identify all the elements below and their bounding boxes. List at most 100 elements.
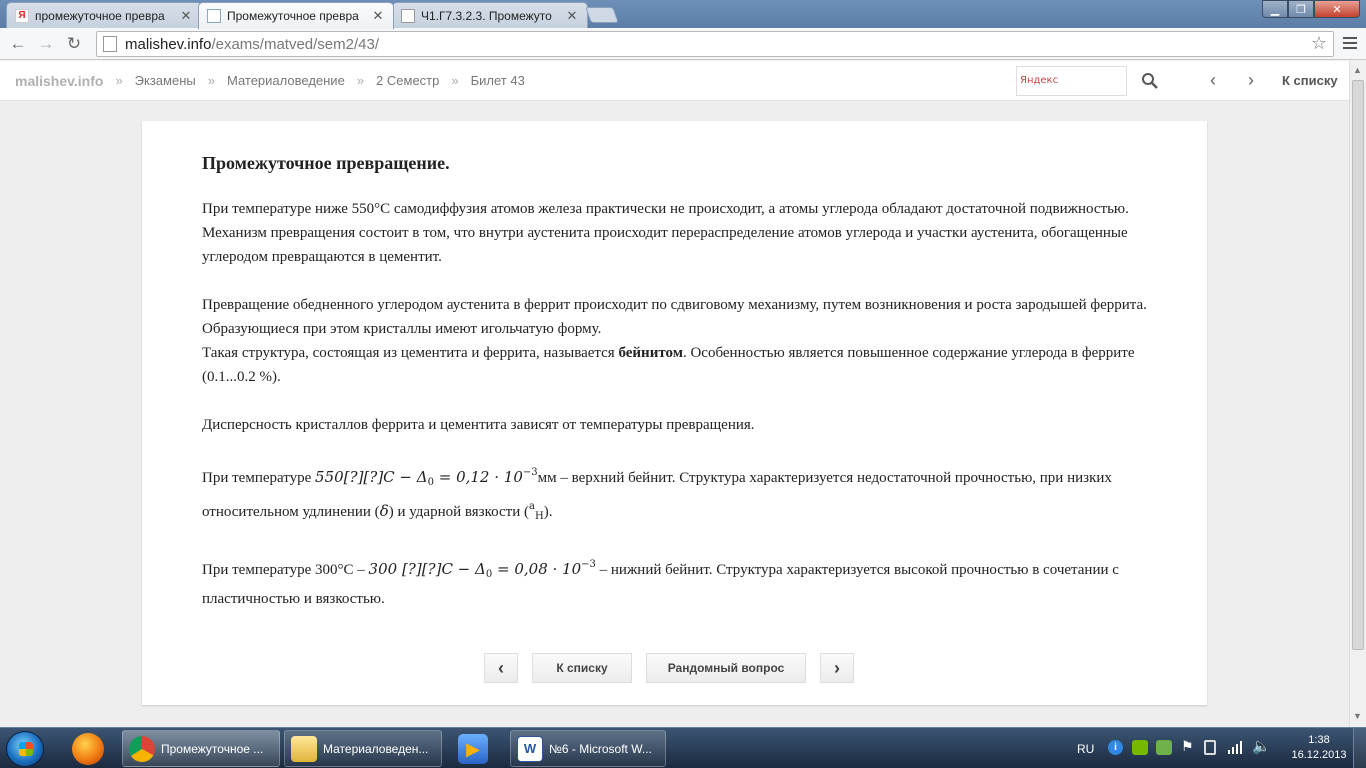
browser-tab-active[interactable]: Промежуточное превра ✕ xyxy=(198,2,394,29)
taskbar-item-folder[interactable]: Материаловеден... xyxy=(284,730,442,767)
signal-icon[interactable] xyxy=(1227,739,1243,755)
term-bainite: бейнитом xyxy=(618,345,683,361)
page-icon xyxy=(401,8,415,23)
paragraph: Такая структура, состоящая из цементита … xyxy=(202,341,1152,389)
clock-time: 1:38 xyxy=(1308,734,1330,746)
taskbar-label: №6 - Microsoft W... xyxy=(549,741,652,756)
yandex-icon: Я xyxy=(15,8,29,23)
paragraph: При температуре 550[?][?]C − Δ0 = 0,12 ·… xyxy=(202,461,1152,529)
text: ). xyxy=(543,504,553,520)
prev-page-icon[interactable]: ‹ xyxy=(1210,70,1216,91)
breadcrumb-materials[interactable]: Материаловедение xyxy=(227,73,345,88)
formula-text: 300 [?][?]C − Δ xyxy=(368,560,486,578)
page-icon xyxy=(207,9,221,23)
random-question-button[interactable]: Рандомный вопрос xyxy=(646,653,806,683)
new-tab-button[interactable] xyxy=(585,7,619,23)
network-app-icon[interactable] xyxy=(1156,740,1172,755)
text: ) и ударной вязкости ( xyxy=(388,504,529,520)
prev-question-button[interactable]: ‹ xyxy=(484,653,518,683)
formula-text: 550[?][?]C − Δ xyxy=(315,468,428,486)
folder-icon xyxy=(291,735,317,762)
text: Такая структура, состоящая из цементита … xyxy=(202,345,619,361)
address-bar[interactable]: malishev.info/exams/matved/sem2/43/ ☆ xyxy=(96,31,1334,57)
chrome-icon xyxy=(129,735,155,762)
formula-exp: −3 xyxy=(522,467,538,478)
formula: 300 [?][?]C − Δ0 = 0,08 · 10−3 xyxy=(368,559,596,580)
formula-text: = 0,12 · 10 xyxy=(433,468,523,486)
browser-toolbar: ← → ↻ malishev.info/exams/matved/sem2/43… xyxy=(0,28,1366,60)
yandex-search-input[interactable]: Яндекс xyxy=(1016,66,1127,96)
tab-strip: Я промежуточное превра ✕ Промежуточное п… xyxy=(0,0,1366,29)
article-card: Промежуточное превращение. При температу… xyxy=(142,121,1207,705)
volume-icon[interactable]: 🔈 xyxy=(1252,737,1271,755)
chrome-menu-icon[interactable] xyxy=(1341,33,1359,53)
windows-taskbar: Промежуточное ... Материаловеден... ▶ W … xyxy=(0,727,1366,768)
site-logo[interactable]: malishev.info xyxy=(15,73,103,89)
taskbar-label: Промежуточное ... xyxy=(161,741,264,756)
to-list-link[interactable]: К списку xyxy=(1282,73,1338,88)
scrollbar-thumb[interactable] xyxy=(1352,80,1364,650)
article-title: Промежуточное превращение. xyxy=(202,153,450,173)
breadcrumb-separator: » xyxy=(356,73,365,88)
breadcrumb-separator: » xyxy=(115,73,123,88)
next-page-icon[interactable]: › xyxy=(1248,70,1254,91)
formula-text: = 0,08 · 10 xyxy=(492,560,582,578)
maximize-button[interactable]: ❐ xyxy=(1288,0,1314,18)
close-window-button[interactable]: ✕ xyxy=(1314,0,1360,18)
info-icon[interactable]: i xyxy=(1108,740,1123,755)
page-viewport: malishev.info » Экзамены » Материаловеде… xyxy=(0,61,1349,727)
text: При температуре xyxy=(202,470,316,486)
reload-icon[interactable]: ↻ xyxy=(64,34,84,54)
url-path: /exams/matved/sem2/43/ xyxy=(211,35,380,53)
device-icon[interactable] xyxy=(1204,740,1216,755)
system-clock[interactable]: 1:38 16.12.2013 xyxy=(1290,733,1348,763)
paragraph: При температуре 300°С – 300 [?][?]C − Δ0… xyxy=(202,553,1152,611)
to-list-button[interactable]: К списку xyxy=(532,653,632,683)
close-icon[interactable]: ✕ xyxy=(565,8,579,24)
symbol-h: H xyxy=(534,511,544,522)
breadcrumb-exams[interactable]: Экзамены xyxy=(135,73,196,88)
taskbar-item-word[interactable]: W №6 - Microsoft W... xyxy=(510,730,666,767)
taskbar-label: Материаловеден... xyxy=(323,741,429,756)
language-indicator[interactable]: RU xyxy=(1077,728,1094,768)
start-button[interactable] xyxy=(6,731,44,767)
text: При температуре 300°С – xyxy=(202,562,369,578)
nvidia-icon[interactable] xyxy=(1132,740,1148,755)
minimize-button[interactable]: ▁ xyxy=(1262,0,1288,18)
paragraph: Дисперсность кристаллов феррита и цемент… xyxy=(202,417,755,433)
paragraph: Механизм превращения состоит в том, что … xyxy=(202,225,1128,265)
breadcrumb-ticket: Билет 43 xyxy=(470,73,525,88)
site-header: malishev.info » Экзамены » Материаловеде… xyxy=(0,61,1349,101)
search-icon[interactable] xyxy=(1140,71,1160,91)
browser-tab[interactable]: Я промежуточное превра ✕ xyxy=(6,2,202,28)
back-icon[interactable]: ← xyxy=(8,34,28,54)
show-desktop-button[interactable] xyxy=(1353,728,1366,768)
flag-icon[interactable]: ⚑ xyxy=(1181,738,1194,755)
paragraph: При температуре ниже 550°С самодиффузия … xyxy=(202,201,1129,217)
tab-title: Ч1.Г7.3.2.3. Промежуто xyxy=(421,8,552,23)
browser-tab[interactable]: Ч1.Г7.3.2.3. Промежуто ✕ xyxy=(392,2,588,28)
breadcrumb-semester[interactable]: 2 Семестр xyxy=(376,73,439,88)
bookmark-star-icon[interactable]: ☆ xyxy=(1311,33,1327,54)
breadcrumb-separator: » xyxy=(451,73,459,88)
taskbar-item-chrome[interactable]: Промежуточное ... xyxy=(122,730,280,767)
tab-title: Промежуточное превра xyxy=(227,9,359,23)
article-body: Промежуточное превращение. При температу… xyxy=(202,151,1152,635)
page-icon xyxy=(103,36,117,52)
close-icon[interactable]: ✕ xyxy=(371,8,385,24)
formula-exp: −3 xyxy=(581,559,596,570)
clock-date: 16.12.2013 xyxy=(1291,749,1347,761)
word-icon: W xyxy=(517,735,543,762)
close-icon[interactable]: ✕ xyxy=(179,8,193,24)
forward-icon[interactable]: → xyxy=(36,34,56,54)
formula: 550[?][?]C − Δ0 = 0,12 · 10−3 xyxy=(315,467,538,488)
scroll-up-icon[interactable]: ▲ xyxy=(1353,65,1362,75)
scroll-down-icon[interactable]: ▼ xyxy=(1353,711,1362,721)
firefox-icon[interactable] xyxy=(72,733,104,765)
paragraph: Превращение обедненного углеродом аустен… xyxy=(202,297,1147,337)
next-question-button[interactable]: › xyxy=(820,653,854,683)
tab-title: промежуточное превра xyxy=(35,8,165,23)
vertical-scrollbar[interactable]: ▲ ▼ xyxy=(1349,61,1366,727)
media-player-icon[interactable]: ▶ xyxy=(458,734,488,764)
impact-symbol: aH xyxy=(529,501,544,522)
